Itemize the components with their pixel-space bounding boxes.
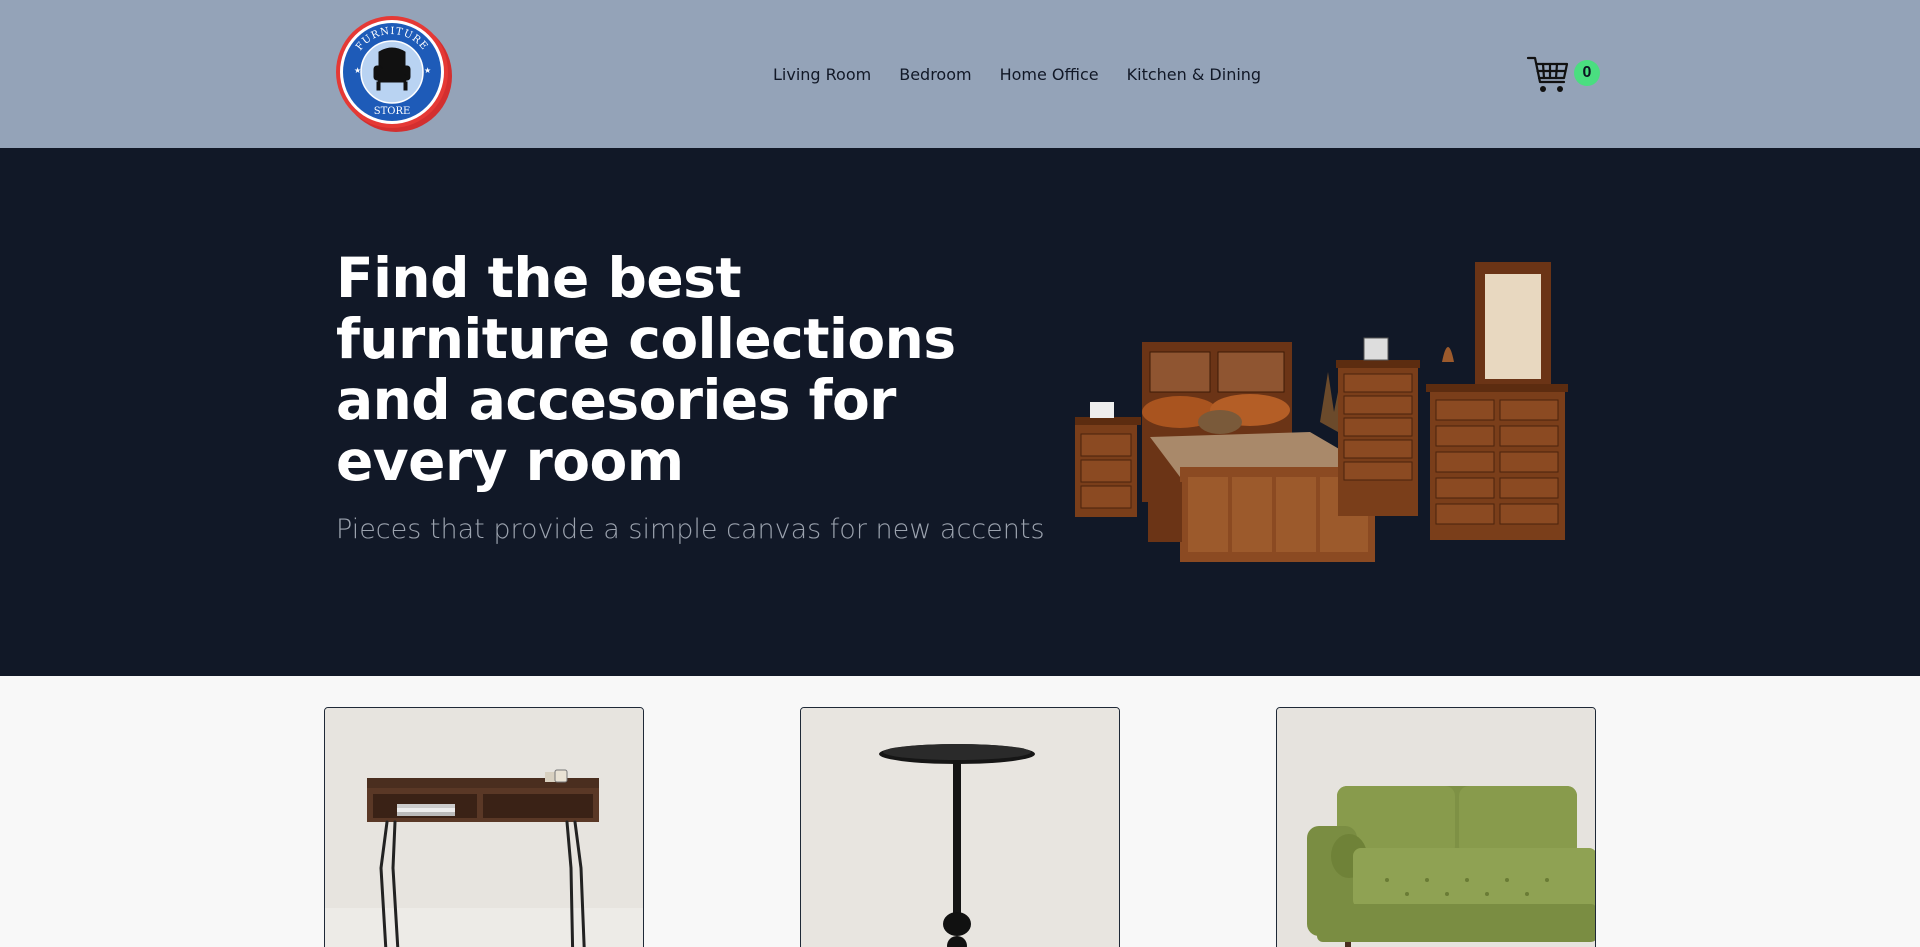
product-card-side-table[interactable] bbox=[800, 707, 1120, 947]
sofa-image bbox=[1277, 708, 1595, 947]
logo-bottom-text: STORE bbox=[374, 106, 411, 117]
hero-section: Find the best furniture collections and … bbox=[0, 148, 1920, 676]
nav-living-room[interactable]: Living Room bbox=[773, 65, 871, 84]
side-table-image bbox=[801, 708, 1119, 947]
products-section bbox=[0, 676, 1920, 947]
svg-text:★: ★ bbox=[424, 66, 431, 75]
nav-bedroom[interactable]: Bedroom bbox=[899, 65, 971, 84]
product-card-desk[interactable] bbox=[324, 707, 644, 947]
hero-title: Find the best furniture collections and … bbox=[336, 246, 956, 493]
cart-count-badge: 0 bbox=[1574, 60, 1600, 86]
main-nav: Living Room Bedroom Home Office Kitchen … bbox=[773, 60, 1261, 88]
cart-icon[interactable] bbox=[1526, 52, 1570, 96]
nav-home-office[interactable]: Home Office bbox=[1000, 65, 1099, 84]
store-logo[interactable]: ★ ★ FURNITURE STORE bbox=[334, 14, 454, 134]
svg-text:★: ★ bbox=[354, 66, 361, 75]
hero-subtitle: Pieces that provide a simple canvas for … bbox=[336, 514, 1045, 545]
bedroom-set-image bbox=[1075, 262, 1568, 562]
product-card-sofa[interactable] bbox=[1276, 707, 1596, 947]
nav-kitchen-dining[interactable]: Kitchen & Dining bbox=[1127, 65, 1261, 84]
desk-image bbox=[325, 708, 643, 947]
site-header: ★ ★ FURNITURE STORE Living Room Bedroom … bbox=[0, 0, 1920, 148]
